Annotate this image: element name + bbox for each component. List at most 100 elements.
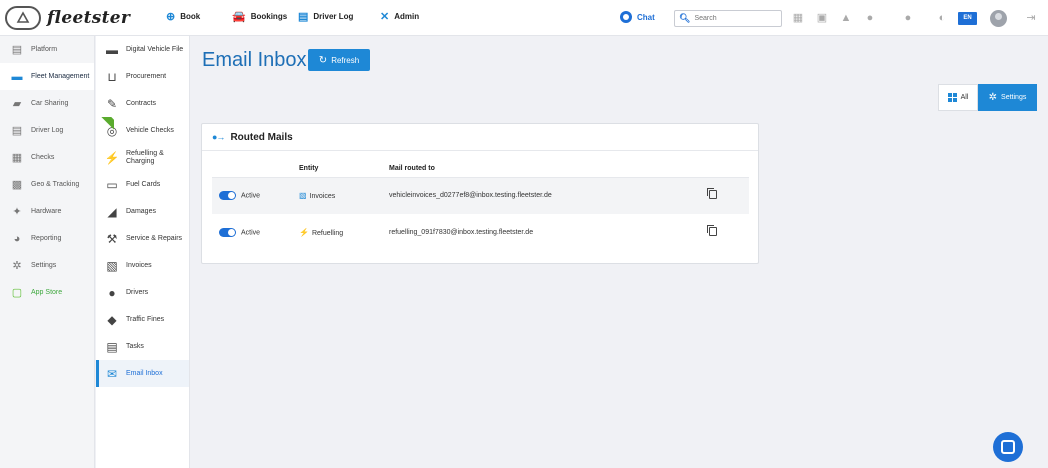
platform-icon: ▤ xyxy=(11,44,23,56)
view-settings-label: Settings xyxy=(1001,94,1027,101)
subnav-label: Contracts xyxy=(126,100,156,107)
nav-book[interactable]: ⊕ Book xyxy=(166,10,200,23)
sidebar-item-fleet-management[interactable]: ▬ Fleet Management xyxy=(0,63,94,90)
email-icon: ✉ xyxy=(106,366,118,381)
invoice-icon: ▧ xyxy=(299,191,307,201)
tools-icon: ✕ xyxy=(380,11,390,23)
calendar-icon[interactable]: ▣ xyxy=(816,12,828,24)
active-toggle[interactable] xyxy=(219,191,236,201)
subnav-digital-vehicle-file[interactable]: ▬ Digital Vehicle File xyxy=(96,36,189,63)
sidebar-item-label: Driver Log xyxy=(31,127,64,134)
sidebar-item-label: Reporting xyxy=(31,235,62,242)
routed-email: vehicleinvoices_d0277ef8@inbox.testing.f… xyxy=(389,177,709,214)
sidebar-item-app-store[interactable]: ▢ App Store xyxy=(0,279,94,306)
subnav-label: Vehicle Checks xyxy=(126,127,174,134)
sidebar-item-label: Car Sharing xyxy=(31,100,69,107)
info-icon[interactable]: ● xyxy=(864,12,876,24)
cart-icon: ⊔ xyxy=(107,69,117,84)
subnav-label: Drivers xyxy=(126,289,149,296)
fuel-icon: ⚡ xyxy=(104,150,120,165)
sidebar-item-driver-log[interactable]: ▤ Driver Log xyxy=(0,117,94,144)
app-name: fleetster xyxy=(47,8,131,28)
nav-admin[interactable]: ✕ Admin xyxy=(380,10,419,23)
subnav-label: Tasks xyxy=(126,343,144,350)
status-label: Active xyxy=(241,229,261,237)
logbook-icon: ▤ xyxy=(298,11,309,23)
table-row: Active ▧ Invoices vehicleinvoices_d0277ef… xyxy=(212,177,749,214)
refresh-icon: ↻ xyxy=(318,54,328,66)
sidebar-item-label: Platform xyxy=(31,46,58,53)
logbook-icon: ▤ xyxy=(11,125,23,137)
search-box[interactable]: 🔍︎ xyxy=(674,10,785,27)
view-settings-button[interactable]: ✲ Settings xyxy=(978,84,1037,111)
search-icon: 🔍︎ xyxy=(679,13,691,23)
entity-label: Refuelling xyxy=(311,230,344,237)
language-selector[interactable]: EN xyxy=(958,12,977,25)
sidebar-item-hardware[interactable]: ✦ Hardware xyxy=(0,198,94,225)
warning-icon[interactable]: ▲ xyxy=(840,12,852,24)
clipboard-icon[interactable]: ▦ xyxy=(792,12,804,24)
sidebar-item-reporting[interactable]: ◕ Reporting xyxy=(0,225,94,252)
view-all-button[interactable]: All xyxy=(938,84,978,111)
copy-icon[interactable] xyxy=(707,188,717,200)
routed-email: refuelling_091f7830@inbox.testing.fleets… xyxy=(389,229,534,236)
column-mail-routed-to: Mail routed to xyxy=(389,160,709,178)
column-entity: Entity xyxy=(299,160,389,178)
routed-mails-card: ●→ Routed Mails Entity Mail routed to Ac… xyxy=(201,123,759,264)
subnav-fuel-cards[interactable]: ▭ Fuel Cards xyxy=(96,171,189,198)
refresh-button[interactable]: ↻ Refresh xyxy=(308,49,370,71)
logout-icon[interactable]: ⇥ xyxy=(1025,12,1037,24)
subnav-invoices[interactable]: ▧ Invoices xyxy=(96,252,189,279)
main-sidebar: ▤ Platform ▬ Fleet Management ▰ Car Sharing… xyxy=(0,36,95,468)
active-toggle[interactable] xyxy=(219,228,236,237)
chat-widget-button[interactable] xyxy=(993,432,1023,462)
vehicle-file-icon: ▬ xyxy=(106,42,118,57)
nav-book-label: Book xyxy=(180,12,201,21)
sidebar-item-platform[interactable]: ▤ Platform xyxy=(0,36,94,63)
subnav-service-repairs[interactable]: ⚒ Service & Repairs xyxy=(96,225,189,252)
help-icon[interactable]: ● xyxy=(902,12,914,24)
sidebar-item-label: Hardware xyxy=(31,208,62,215)
routed-mails-heading: Routed Mails xyxy=(230,131,293,143)
copy-icon[interactable] xyxy=(707,225,717,236)
subnav-email-inbox[interactable]: ✉ Email Inbox xyxy=(96,360,189,387)
subnav-refuelling-charging[interactable]: ⚡ Refuelling & Charging xyxy=(96,144,189,171)
avatar[interactable] xyxy=(990,10,1007,27)
sidebar-item-checks[interactable]: ▦ Checks xyxy=(0,144,94,171)
damage-icon: ◢ xyxy=(107,204,117,219)
view-all-label: All xyxy=(960,94,969,101)
sidebar-item-label: Settings xyxy=(31,262,57,269)
subnav-drivers[interactable]: ● Drivers xyxy=(96,279,189,306)
sidebar-item-car-sharing[interactable]: ▰ Car Sharing xyxy=(0,90,94,117)
subnav-label: Invoices xyxy=(126,262,152,269)
column-status xyxy=(212,160,299,178)
subnav-damages[interactable]: ◢ Damages xyxy=(96,198,189,225)
invoice-icon: ▧ xyxy=(106,258,118,273)
sidebar-item-settings[interactable]: ✲ Settings xyxy=(0,252,94,279)
car-icon: 🚘 xyxy=(232,11,246,23)
gear-icon: ✲ xyxy=(988,92,998,103)
grid-icon xyxy=(947,93,957,102)
plus-circle-icon: ⊕ xyxy=(166,11,176,23)
subnav-vehicle-checks[interactable]: ◎ Vehicle Checks xyxy=(96,117,189,144)
subnav-label: Traffic Fines xyxy=(126,316,165,323)
subnav-procurement[interactable]: ⊔ Procurement xyxy=(96,63,189,90)
search-input[interactable] xyxy=(694,15,785,22)
nav-bookings[interactable]: 🚘 Bookings xyxy=(232,10,287,23)
globe-icon[interactable]: ◐ xyxy=(936,12,948,24)
chat-button[interactable]: Chat xyxy=(620,11,655,23)
fleetster-logo[interactable]: fleetster xyxy=(5,6,130,30)
sidebar-item-geo-tracking[interactable]: ▩ Geo & Tracking xyxy=(0,171,94,198)
table-row: Active ⚡ Refuelling refuelling_091f7830@i… xyxy=(212,214,749,251)
subnav-contracts[interactable]: ✎ Contracts xyxy=(96,90,189,117)
reporting-icon: ◕ xyxy=(13,232,21,245)
subnav-tasks[interactable]: ▤ Tasks xyxy=(96,333,189,360)
subnav-traffic-fines[interactable]: ◆ Traffic Fines xyxy=(96,306,189,333)
nav-driver-log[interactable]: ▤ Driver Log xyxy=(298,10,353,23)
app-store-icon: ▢ xyxy=(11,287,23,299)
subnav-label: Service & Repairs xyxy=(126,235,183,242)
sidebar-item-label: Fleet Management xyxy=(31,73,90,80)
driver-icon: ● xyxy=(108,285,116,300)
view-toggle-group: All ✲ Settings xyxy=(938,84,1037,111)
subnav-label: Email Inbox xyxy=(126,370,163,377)
